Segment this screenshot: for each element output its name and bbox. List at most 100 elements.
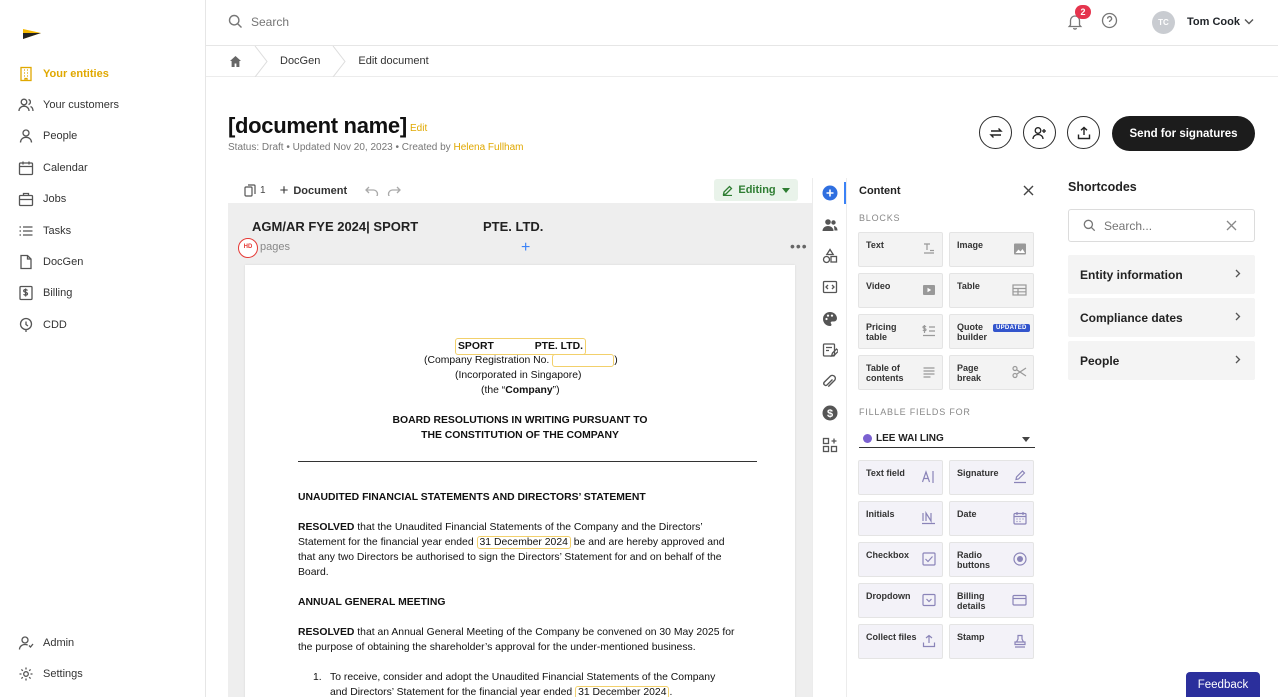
chevron-down-icon[interactable] xyxy=(1244,18,1254,25)
blocks-icon[interactable] xyxy=(822,248,838,264)
form-fields-icon[interactable] xyxy=(822,342,838,358)
pages-icon xyxy=(244,184,256,197)
close-icon[interactable] xyxy=(1023,185,1034,196)
block-label: Table of contents xyxy=(866,363,904,383)
stamp-icon xyxy=(1013,634,1027,648)
block-table[interactable]: Table xyxy=(949,273,1034,308)
sidebar-item-cdd[interactable]: CDD xyxy=(0,309,205,340)
block-label: Billing details xyxy=(957,591,986,611)
field-signature[interactable]: Signature xyxy=(949,460,1034,495)
embed-icon[interactable] xyxy=(822,279,838,295)
app-logo[interactable] xyxy=(22,24,42,44)
search-input[interactable] xyxy=(251,14,551,29)
field-initials[interactable]: Initials xyxy=(858,501,943,536)
shortcodes-search[interactable] xyxy=(1068,209,1255,242)
search-icon xyxy=(1083,219,1096,232)
signer-dropdown[interactable]: LEE WAI LING xyxy=(859,430,1035,448)
add-section-button[interactable]: + xyxy=(521,239,530,257)
block-text[interactable]: Text xyxy=(858,232,943,267)
page-count-value: 1 xyxy=(260,185,266,196)
document-header-left[interactable]: AGM/AR FYE 2024| SPORT xyxy=(252,219,418,234)
sidebar-item-docgen[interactable]: DocGen xyxy=(0,246,205,277)
palette-icon[interactable] xyxy=(822,311,838,327)
sidebar-item-calendar[interactable]: Calendar xyxy=(0,152,205,183)
clear-icon[interactable] xyxy=(1226,220,1237,231)
text-format-icon xyxy=(922,242,936,256)
send-for-signatures-button[interactable]: Send for signatures xyxy=(1112,116,1255,151)
creator-link[interactable]: Helena Fullham xyxy=(453,142,523,153)
fillable-fields-heading: FILLABLE FIELDS FOR xyxy=(859,407,971,417)
breadcrumb-item-docgen[interactable]: DocGen xyxy=(280,46,320,77)
breadcrumb-home[interactable] xyxy=(206,46,242,77)
swap-button[interactable] xyxy=(979,116,1012,149)
block-label: Text field xyxy=(866,468,905,478)
more-options-icon[interactable]: ••• xyxy=(790,238,808,254)
field-checkbox[interactable]: Checkbox xyxy=(858,542,943,577)
sidebar-item-label: Tasks xyxy=(43,224,72,237)
shortcodes-search-input[interactable] xyxy=(1104,218,1224,233)
notification-badge: 2 xyxy=(1075,5,1091,19)
add-user-button[interactable] xyxy=(1023,116,1056,149)
add-content-icon[interactable] xyxy=(822,185,838,201)
shortcode-entity-information[interactable]: Entity information xyxy=(1068,255,1255,294)
field-collect-files[interactable]: Collect files xyxy=(858,624,943,659)
page-count[interactable]: 1 xyxy=(244,184,266,197)
global-search[interactable] xyxy=(228,14,551,29)
attachment-icon[interactable] xyxy=(822,374,838,390)
export-button[interactable] xyxy=(1067,116,1100,149)
field-radio-buttons[interactable]: Radio buttons xyxy=(949,542,1034,577)
block-quote-builder[interactable]: Quote builder UPDATED xyxy=(949,314,1034,349)
pricing-icon xyxy=(921,324,936,338)
undo-icon[interactable] xyxy=(365,186,379,196)
field-stamp[interactable]: Stamp xyxy=(949,624,1034,659)
sidebar-item-settings[interactable]: Settings xyxy=(0,658,205,689)
chevron-right-icon xyxy=(1235,269,1241,278)
chevron-right-icon xyxy=(1235,355,1241,364)
editing-mode-dropdown[interactable]: Editing xyxy=(714,179,798,201)
avatar[interactable]: TC xyxy=(1152,11,1175,34)
sidebar-item-people[interactable]: People xyxy=(0,121,205,152)
add-document-button[interactable]: + Document xyxy=(280,182,348,199)
block-video[interactable]: Video xyxy=(858,273,943,308)
edit-title-link[interactable]: Edit xyxy=(410,123,427,134)
field-billing-details[interactable]: Billing details xyxy=(949,583,1034,618)
redo-icon[interactable] xyxy=(387,186,402,196)
home-icon xyxy=(229,55,242,68)
date-field[interactable]: 31 December 2024 xyxy=(476,536,571,549)
breadcrumb-separator xyxy=(254,45,268,77)
date-field[interactable]: 31 December 2024 xyxy=(575,686,670,697)
list-item-line-2: and Directors’ Statement for the financi… xyxy=(330,686,673,697)
field-date[interactable]: Date xyxy=(949,501,1034,536)
sidebar-item-jobs[interactable]: Jobs xyxy=(0,184,205,215)
signer-name: LEE WAI LING xyxy=(876,433,944,444)
sidebar-item-label: Admin xyxy=(43,636,75,649)
registration-line: (Company Registration No. ) xyxy=(424,353,618,367)
paragraph-1: RESOLVED that the Unaudited Financial St… xyxy=(298,522,703,533)
integrations-icon[interactable] xyxy=(822,437,838,453)
field-dropdown[interactable]: Dropdown xyxy=(858,583,943,618)
recipients-icon[interactable] xyxy=(822,217,838,233)
add-document-label: Document xyxy=(293,184,348,197)
block-label: Date xyxy=(957,509,977,519)
document-page[interactable]: SPORT PTE. LTD. (Company Registration No.… xyxy=(245,265,795,697)
pricing-dollar-icon[interactable]: $ xyxy=(822,405,838,421)
caret-down-icon xyxy=(1022,437,1030,442)
sidebar-item-admin[interactable]: Admin xyxy=(0,627,205,658)
registration-number-field[interactable] xyxy=(552,353,615,367)
feedback-button[interactable]: Feedback xyxy=(1186,672,1260,697)
user-name[interactable]: Tom Cook xyxy=(1187,16,1240,28)
sidebar-item-billing[interactable]: Billing xyxy=(0,278,205,309)
shortcode-compliance-dates[interactable]: Compliance dates xyxy=(1068,298,1255,337)
sidebar-item-your-customers[interactable]: Your customers xyxy=(0,89,205,120)
sidebar-item-tasks[interactable]: Tasks xyxy=(0,215,205,246)
block-image[interactable]: Image xyxy=(949,232,1034,267)
help-icon[interactable] xyxy=(1101,12,1118,29)
field-text-field[interactable]: Text field xyxy=(858,460,943,495)
tool-rail: $ xyxy=(812,178,846,697)
shortcode-people[interactable]: People xyxy=(1068,341,1255,380)
document-header-right[interactable]: PTE. LTD. xyxy=(483,219,543,234)
block-page-break[interactable]: Page break xyxy=(949,355,1034,390)
sidebar-item-your-entities[interactable]: Your entities xyxy=(0,58,205,89)
block-table-of-contents[interactable]: Table of contents xyxy=(858,355,943,390)
block-pricing-table[interactable]: Pricing table xyxy=(858,314,943,349)
